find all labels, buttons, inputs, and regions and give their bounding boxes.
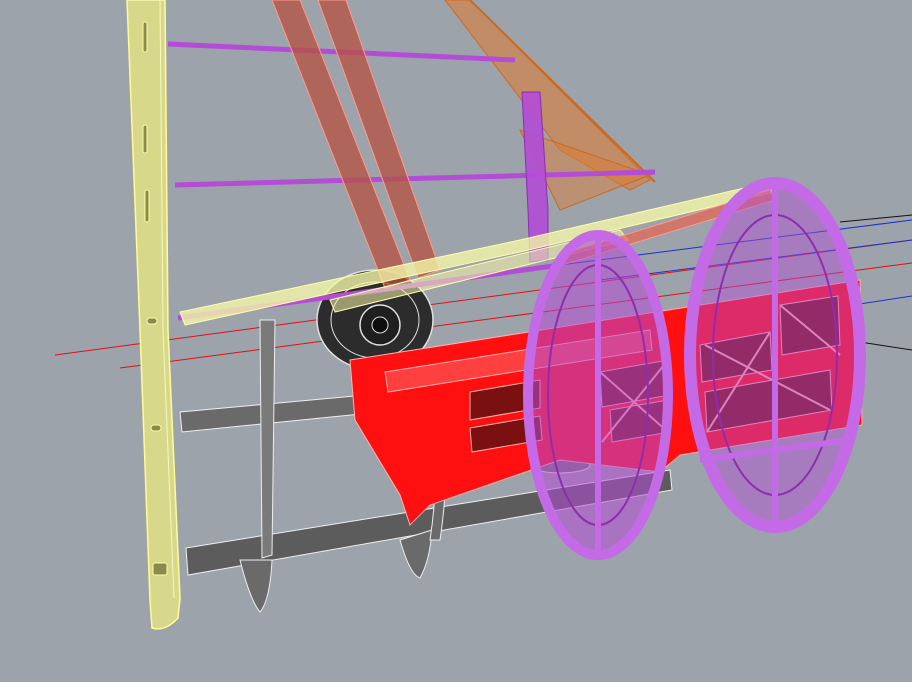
wing-root-rib-side-panel[interactable]	[126, 0, 181, 630]
wing-spar[interactable]	[271, 0, 441, 289]
scene-canvas[interactable]	[0, 0, 912, 682]
fuselage-former-oval[interactable]	[523, 177, 866, 560]
z-axis-line	[859, 341, 912, 351]
wing-root-rib[interactable]	[179, 181, 776, 326]
3d-viewport[interactable]	[0, 0, 912, 682]
